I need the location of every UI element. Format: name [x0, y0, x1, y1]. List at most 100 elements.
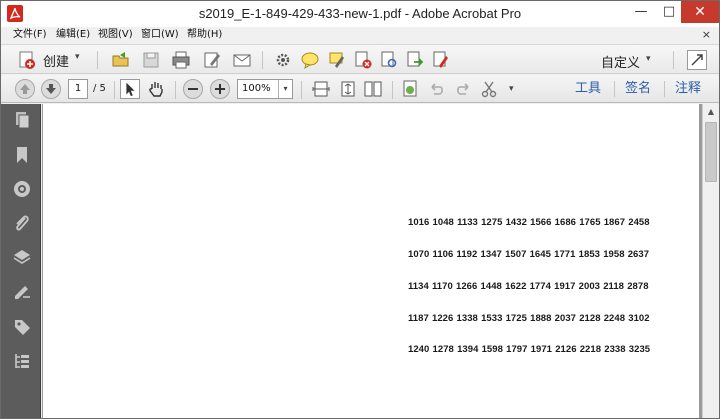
next-page-button[interactable] [41, 79, 61, 99]
signatures-icon[interactable] [12, 179, 32, 199]
full-screen-button[interactable] [687, 50, 707, 70]
create-caret-icon: ▾ [75, 52, 80, 62]
table-cell: 2003 [578, 281, 600, 292]
page-thumbnails-icon[interactable] [12, 110, 32, 130]
table-cell: 1278 [432, 344, 454, 355]
menu-file[interactable]: 文件(F) [13, 27, 47, 43]
arrow-down-icon [46, 84, 56, 94]
email-icon[interactable] [232, 50, 252, 70]
expand-arrow-icon [691, 54, 703, 66]
maximize-button[interactable]: □ [655, 1, 683, 23]
table-cell: 1106 [432, 249, 454, 260]
table-cell: 1016 [408, 217, 430, 228]
edit-document-icon[interactable] [202, 50, 222, 70]
content-edit-icon[interactable] [12, 282, 32, 302]
open-folder-icon[interactable] [111, 50, 131, 70]
page-number-input[interactable]: 1 [68, 79, 88, 99]
read-out-loud-icon[interactable] [401, 79, 421, 99]
bookmark-icon[interactable] [12, 145, 32, 165]
attachments-paperclip-icon[interactable] [12, 213, 32, 233]
minus-icon [188, 88, 198, 90]
tags-icon[interactable] [12, 317, 32, 337]
table-cell: 1226 [432, 313, 454, 324]
zoom-in-button[interactable] [210, 79, 230, 99]
undo-icon[interactable] [427, 79, 447, 99]
customize-dropdown[interactable]: 自定义 [601, 52, 640, 71]
highlight-icon[interactable] [327, 50, 347, 70]
zoom-out-button[interactable] [183, 79, 203, 99]
table-cell: 2218 [579, 344, 602, 355]
menu-edit[interactable]: 编辑(E) [56, 27, 90, 43]
table-cell: 1070 [408, 249, 430, 260]
fit-page-icon[interactable] [338, 79, 358, 99]
window-title: s2019_E-1-849-429-433-new-1.pdf - Adobe … [198, 6, 522, 21]
redo-icon[interactable] [453, 79, 473, 99]
page-total: / 5 [93, 83, 106, 94]
plus-icon [215, 84, 225, 94]
scroll-thumb[interactable] [705, 122, 717, 182]
table-cell: 3235 [628, 344, 651, 355]
create-button[interactable]: 创建 ▾ [17, 50, 80, 70]
menu-bar: 文件(F) 编辑(E) 视图(V) 窗口(W) 帮助(H) × [1, 27, 719, 43]
table-cell: 1797 [506, 344, 528, 355]
zoom-caret-icon[interactable]: ▾ [278, 80, 292, 98]
scroll-up-arrow-icon[interactable]: ▲ [703, 104, 719, 120]
sign-pane-link[interactable]: 签名 [625, 79, 651, 99]
save-icon[interactable] [141, 50, 161, 70]
document-viewport[interactable]: 1016 1048 1133 1275 1432 1566 1686 1765 1867 2458… [42, 104, 702, 418]
document-close-icon[interactable]: × [702, 27, 711, 43]
table-cell: 1338 [456, 313, 478, 324]
zoom-value: 100% [242, 83, 271, 94]
table-cell: 2637 [627, 249, 650, 260]
order-tree-icon[interactable] [12, 351, 32, 371]
table-cell: 1771 [554, 249, 576, 260]
more-tools-caret-icon[interactable]: ▾ [509, 79, 514, 99]
table-cell: 1725 [505, 313, 527, 324]
hand-tool-icon[interactable] [146, 79, 166, 99]
zoom-select[interactable]: 100% ▾ [237, 79, 293, 99]
arrow-up-icon [20, 84, 30, 94]
close-button[interactable]: ✕ [681, 1, 719, 23]
gear-icon[interactable] [273, 50, 293, 70]
vertical-scrollbar[interactable]: ▲ [702, 104, 719, 418]
table-cell: 1867 [603, 217, 626, 228]
fit-width-icon[interactable] [311, 79, 331, 99]
table-cell: 1533 [481, 313, 503, 324]
table-cell: 2037 [554, 313, 576, 324]
sign-document-icon[interactable] [431, 50, 451, 70]
comment-pane-link[interactable]: 注释 [675, 79, 701, 99]
select-cursor-icon[interactable] [120, 79, 140, 99]
previous-page-button[interactable] [15, 79, 35, 99]
menu-window[interactable]: 窗口(W) [141, 27, 179, 43]
document-search-icon[interactable] [379, 50, 399, 70]
create-pdf-icon [19, 51, 35, 69]
minimize-button[interactable]: — [627, 1, 655, 23]
print-icon[interactable] [171, 50, 191, 70]
scissors-icon[interactable] [479, 79, 499, 99]
number-row: 1240 1278 1394 1598 1797 1971 2126 2218 2338 3235 [408, 344, 653, 355]
table-cell: 1448 [480, 281, 502, 292]
menu-help[interactable]: 帮助(H) [187, 27, 222, 43]
table-cell: 1275 [481, 217, 503, 228]
number-row: 1134 1170 1266 1448 1622 1774 1917 2003 2118 2878 [408, 281, 652, 292]
export-document-icon[interactable] [405, 50, 425, 70]
table-cell: 1187 [408, 313, 429, 324]
table-cell: 1507 [505, 249, 527, 260]
layers-icon[interactable] [12, 247, 32, 267]
table-cell: 1134 [408, 281, 429, 292]
table-cell: 1432 [505, 217, 527, 228]
table-cell: 1170 [432, 281, 453, 292]
number-row: 1187 1226 1338 1533 1725 1888 2037 2128 2248 3102 [408, 313, 653, 324]
main-toolbar: 创建 ▾ 自定义 ▾ [1, 44, 719, 74]
menu-view[interactable]: 视图(V) [98, 27, 133, 43]
secure-document-icon[interactable] [353, 50, 373, 70]
table-cell: 1774 [529, 281, 551, 292]
table-cell: 1240 [408, 344, 430, 355]
table-cell: 1598 [481, 344, 503, 355]
toolbar-divider [301, 81, 302, 99]
table-cell: 2248 [603, 313, 626, 324]
two-page-view-icon[interactable] [363, 79, 383, 99]
table-cell: 1048 [432, 217, 454, 228]
comment-bubble-icon[interactable] [300, 50, 320, 70]
tools-pane-link[interactable]: 工具 [575, 79, 601, 99]
